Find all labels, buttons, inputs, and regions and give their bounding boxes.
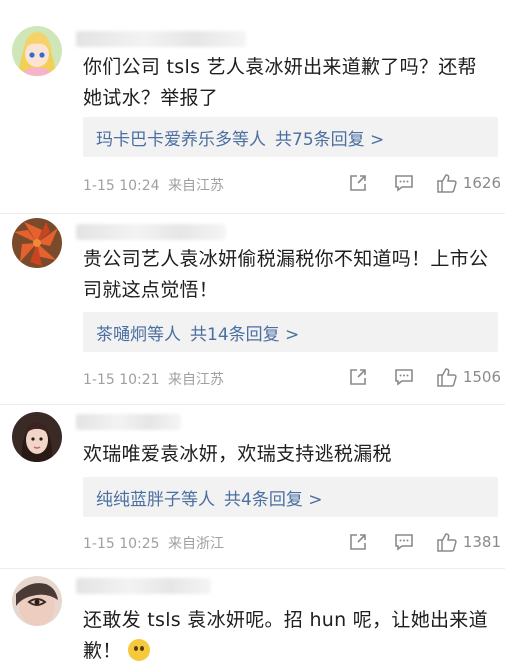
reply-users[interactable]: 茶嗵炯 [96, 320, 147, 345]
comment-actions: 1506 [348, 365, 505, 389]
comment-text: 欢瑞唯爱袁冰妍，欢瑞支持逃税漏税 [83, 443, 392, 465]
comment-icon [395, 369, 413, 386]
comment-meta: 1-15 10:21 来自江苏 [83, 369, 224, 389]
share-icon [350, 175, 366, 191]
reply-count[interactable]: 共14条回复 > [190, 320, 299, 345]
reply-suffix: 等人 [147, 324, 181, 345]
reply-summary[interactable]: 玛卡巴卡爱养乐多 等人 共75条回复 > [83, 117, 498, 157]
comment-actions: 1626 [348, 171, 505, 195]
comment-meta: 1-15 10:25 来自浙江 [83, 533, 224, 553]
like-button[interactable]: 1381 [436, 531, 501, 553]
share-icon [350, 369, 366, 385]
comment-icon [395, 534, 413, 551]
reply-summary[interactable]: 纯纯蓝胖子 等人 共4条回复 > [83, 477, 498, 517]
share-icon [350, 534, 366, 550]
comment-button[interactable] [394, 367, 414, 387]
share-button[interactable] [348, 532, 368, 552]
username-blurred[interactable] [76, 414, 181, 430]
reply-summary[interactable]: 茶嗵炯 等人 共14条回复 > [83, 312, 498, 352]
username-blurred[interactable] [76, 224, 226, 240]
reply-suffix: 等人 [232, 129, 266, 150]
reply-users[interactable]: 玛卡巴卡爱养乐多 [96, 125, 232, 150]
reply-users[interactable]: 纯纯蓝胖子 [96, 485, 181, 510]
like-button[interactable]: 1506 [436, 366, 501, 388]
comment-location: 来自江苏 [168, 372, 225, 388]
comment-text: 还敢发 tsls 袁冰妍呢。招 hun 呢，让她出来道歉！ [83, 605, 493, 667]
comment-button[interactable] [394, 173, 414, 193]
divider [0, 568, 505, 569]
comment-icon [395, 175, 413, 192]
share-button[interactable] [348, 367, 368, 387]
reply-suffix: 等人 [181, 489, 215, 510]
username-blurred[interactable] [76, 578, 211, 594]
thinking-emoji-icon [127, 639, 150, 661]
comment-button[interactable] [394, 532, 414, 552]
reply-count[interactable]: 共4条回复 > [224, 485, 322, 510]
comment-text: 你们公司 tsls 艺人袁冰妍出来道歉了吗？还帮她试水？举报了 [83, 56, 477, 109]
comment-actions: 1381 [348, 530, 505, 554]
thumbs-up-icon [437, 174, 457, 193]
thumbs-up-icon [437, 368, 457, 387]
avatar[interactable] [12, 576, 62, 626]
avatar[interactable] [12, 26, 62, 76]
comment-text: 贵公司艺人袁冰妍偷税漏税你不知道吗！上市公司就这点觉悟！ [83, 248, 489, 301]
comment-date: 1-15 10:24 [83, 178, 160, 194]
avatar[interactable] [12, 218, 62, 268]
like-count: 1506 [462, 368, 501, 386]
reply-count[interactable]: 共75条回复 > [275, 125, 384, 150]
like-count: 1626 [462, 174, 501, 192]
like-count: 1381 [462, 533, 501, 551]
comment-location: 来自江苏 [168, 178, 225, 194]
share-button[interactable] [348, 173, 368, 193]
comment-date: 1-15 10:21 [83, 372, 160, 388]
divider [0, 213, 505, 214]
comment-date: 1-15 10:25 [83, 536, 160, 552]
comment-location: 来自浙江 [168, 536, 225, 552]
like-button[interactable]: 1626 [436, 172, 501, 194]
username-blurred[interactable] [76, 31, 246, 47]
comment-meta: 1-15 10:24 来自江苏 [83, 175, 224, 195]
thumbs-up-icon [437, 533, 457, 552]
divider [0, 404, 505, 405]
avatar[interactable] [12, 412, 62, 462]
